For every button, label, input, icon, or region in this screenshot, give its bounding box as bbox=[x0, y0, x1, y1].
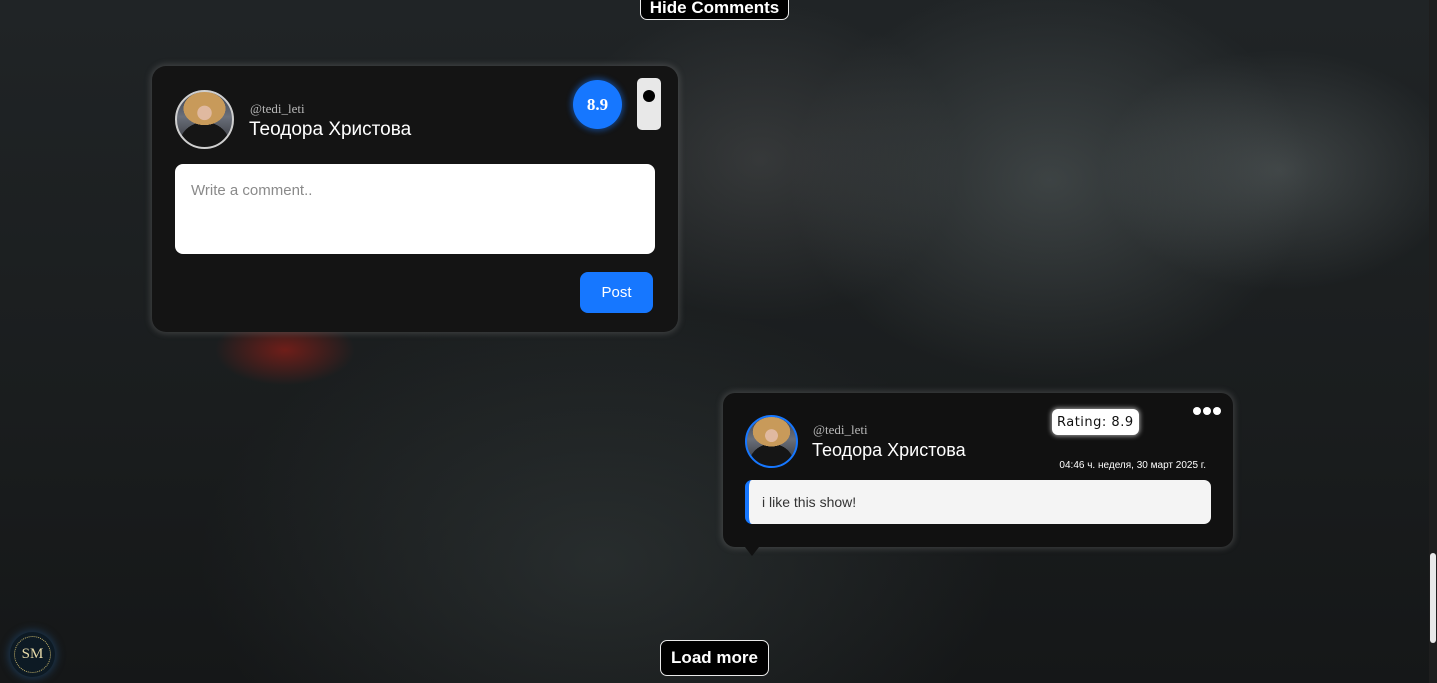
comment-card: @tedi_leti Теодора Христова Rating: 8.9 … bbox=[723, 393, 1233, 556]
menu-dot bbox=[1213, 407, 1221, 415]
avatar bbox=[745, 415, 798, 468]
load-more-button[interactable]: Load more bbox=[660, 640, 769, 676]
rating-badge: Rating: 8.9 bbox=[1052, 409, 1139, 435]
comment-input[interactable] bbox=[175, 164, 655, 254]
username: @tedi_leti bbox=[250, 101, 305, 116]
toggle-knob bbox=[643, 90, 655, 102]
hide-comments-button[interactable]: Hide Comments bbox=[640, 0, 789, 20]
avatar bbox=[175, 90, 234, 149]
more-horizontal-icon[interactable] bbox=[1193, 405, 1225, 417]
sm-logo-text: SM bbox=[14, 636, 51, 673]
sm-logo[interactable]: SM bbox=[10, 632, 55, 677]
comment-username: @tedi_leti bbox=[813, 422, 868, 437]
score-badge: 8.9 bbox=[573, 80, 622, 129]
comment-text: i like this show! bbox=[745, 480, 1211, 524]
post-button[interactable]: Post bbox=[580, 272, 653, 313]
comment-compose-card: @tedi_leti Теодора Христова 8.9 Post bbox=[152, 66, 678, 332]
scrollbar[interactable] bbox=[1429, 0, 1437, 683]
comment-timestamp: 04:46 ч. неделя, 30 март 2025 г. bbox=[1059, 460, 1206, 471]
scrollbar-thumb[interactable] bbox=[1430, 553, 1436, 643]
menu-dot bbox=[1203, 407, 1211, 415]
comment-user-full-name: Теодора Христова bbox=[812, 440, 966, 460]
user-full-name: Теодора Христова bbox=[249, 119, 412, 140]
menu-dot bbox=[1193, 407, 1201, 415]
rating-toggle[interactable] bbox=[637, 78, 661, 130]
